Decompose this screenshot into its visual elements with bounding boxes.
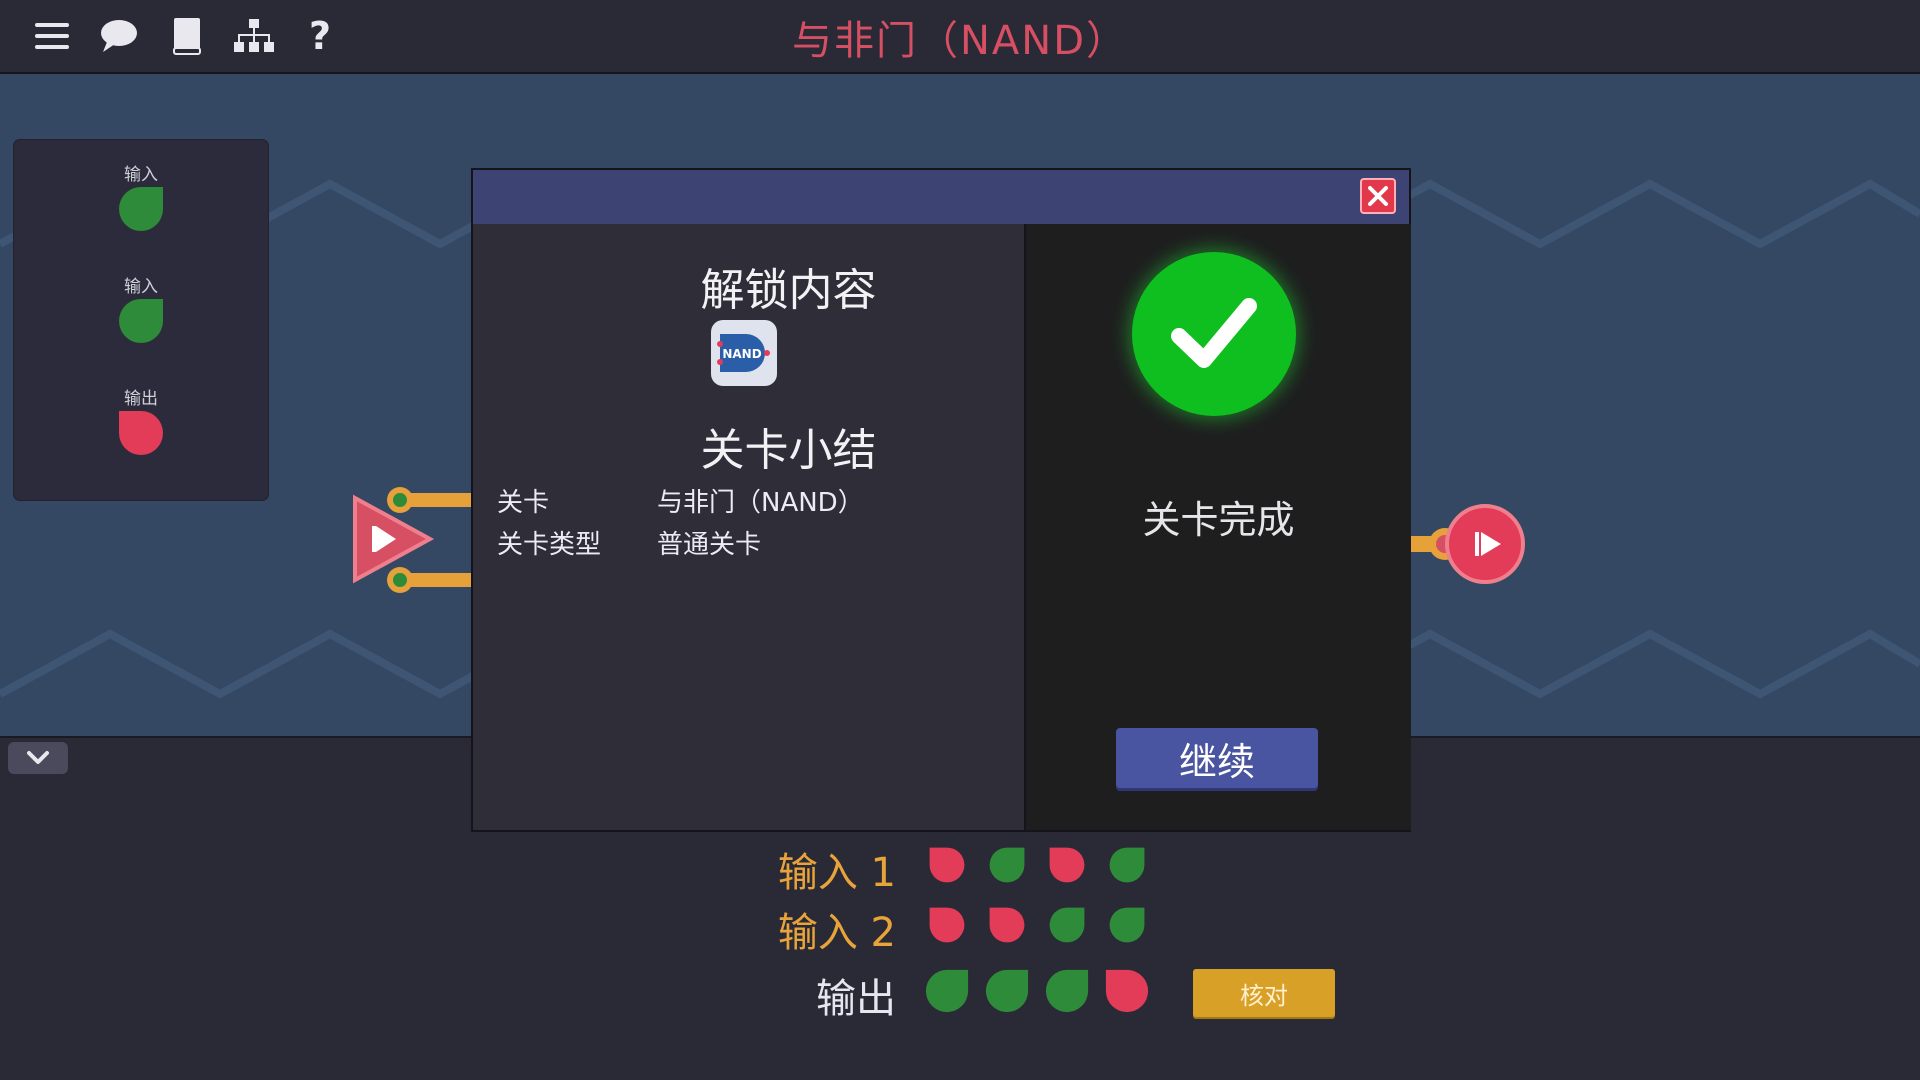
completion-panel: 关卡完成 继续 — [1024, 224, 1411, 830]
collapse-panel-button[interactable] — [8, 742, 68, 774]
level-summary-panel: 解锁内容 NAND 关卡小结 关卡 与非门（NAND） 关卡类型 普通关卡 — [473, 224, 1024, 830]
level-value: 与非门（NAND） — [657, 488, 864, 518]
io-legend-output: 输出 — [14, 384, 268, 461]
success-checkmark-icon — [1132, 252, 1296, 416]
output-sink-node[interactable] — [1405, 494, 1535, 594]
unlock-heading: 解锁内容 — [700, 265, 877, 316]
signal-off-leaf-icon — [929, 847, 965, 883]
nand-component-icon: NAND — [711, 320, 777, 386]
signal-on-leaf-icon — [1109, 847, 1145, 883]
io-legend-input-1: 输入 — [14, 160, 268, 237]
green-input-leaf-icon — [119, 187, 163, 231]
io-label: 输出 — [124, 389, 158, 409]
signal-off-leaf-icon — [989, 907, 1025, 943]
truth-table-label-input-1: 输入 1 — [777, 850, 896, 896]
nand-chip-label: NAND — [722, 347, 761, 361]
close-button[interactable] — [1360, 178, 1396, 214]
signal-off-leaf-icon — [929, 907, 965, 943]
signal-off-leaf-icon — [1105, 969, 1149, 1013]
green-input-leaf-icon — [119, 299, 163, 343]
chevron-down-icon — [27, 751, 49, 764]
check-button[interactable]: 核对 — [1193, 969, 1335, 1017]
level-complete-text: 关卡完成 — [1142, 498, 1295, 542]
input-source-node[interactable] — [340, 474, 490, 604]
truth-table-label-output: 输出 — [816, 976, 896, 1022]
continue-button[interactable]: 继续 — [1116, 728, 1318, 788]
signal-on-leaf-icon — [985, 969, 1029, 1013]
top-bar: ? 与非门（NAND） — [0, 0, 1920, 74]
close-icon — [1368, 186, 1388, 206]
signal-on-leaf-icon — [1045, 969, 1089, 1013]
level-complete-dialog: 解锁内容 NAND 关卡小结 关卡 与非门（NAND） 关卡类型 普通关卡 关卡… — [471, 168, 1411, 832]
signal-off-leaf-icon — [1049, 847, 1085, 883]
level-type-key: 关卡类型 — [497, 530, 602, 560]
io-label: 输入 — [124, 277, 158, 297]
truth-table-label-input-2: 输入 2 — [777, 910, 896, 956]
io-label: 输入 — [124, 165, 158, 185]
level-title: 与非门（NAND） — [791, 18, 1128, 64]
signal-on-leaf-icon — [989, 847, 1025, 883]
io-legend-panel: 输入 输入 输出 — [14, 140, 268, 500]
summary-heading: 关卡小结 — [700, 425, 877, 476]
dialog-header — [473, 170, 1409, 224]
signal-on-leaf-icon — [1109, 907, 1145, 943]
red-output-leaf-icon — [119, 411, 163, 455]
io-legend-input-2: 输入 — [14, 272, 268, 349]
level-key: 关卡 — [497, 488, 550, 518]
signal-on-leaf-icon — [1049, 907, 1085, 943]
level-type-value: 普通关卡 — [657, 530, 762, 560]
signal-on-leaf-icon — [925, 969, 969, 1013]
